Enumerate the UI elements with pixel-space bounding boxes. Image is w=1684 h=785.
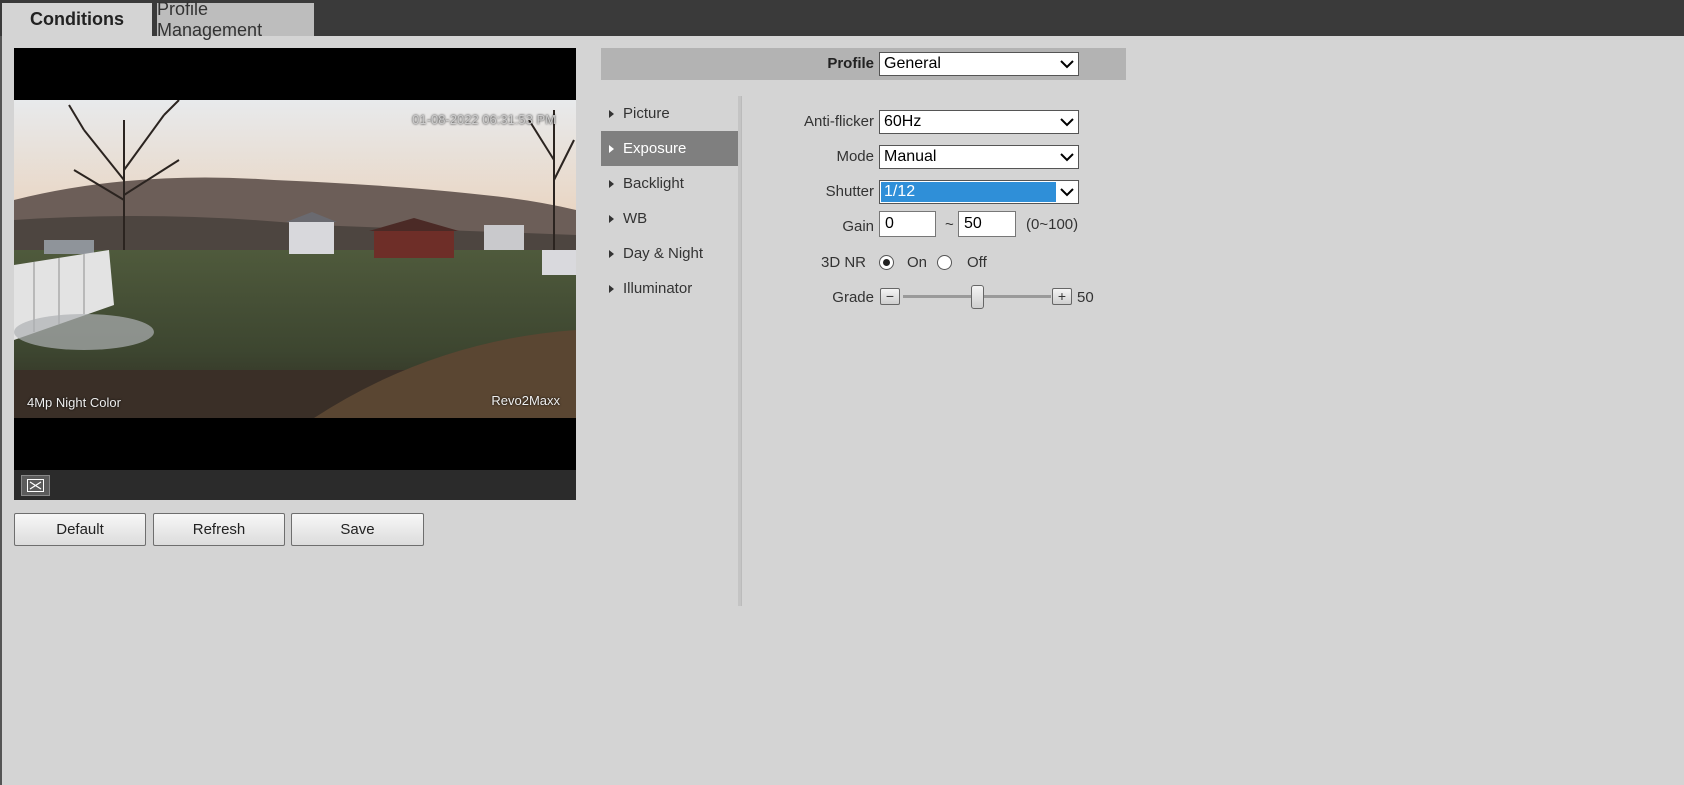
shutter-select[interactable]: 1/12: [879, 180, 1079, 204]
nav-divider: [738, 96, 742, 606]
nav-item-illuminator[interactable]: Illuminator: [601, 271, 739, 306]
mode-select[interactable]: Manual: [879, 145, 1079, 169]
video-toolbar: [14, 470, 576, 500]
anti-flicker-value: 60Hz: [884, 113, 922, 130]
anti-flicker-select[interactable]: 60Hz: [879, 110, 1079, 134]
grade-decrease-button[interactable]: −: [880, 288, 900, 305]
chevron-down-icon: [1056, 181, 1078, 203]
shutter-value: 1/12: [881, 182, 1056, 202]
fullscreen-icon: [27, 479, 44, 492]
video-osd-right: Revo2Maxx: [491, 393, 560, 408]
caret-right-icon: [609, 144, 614, 153]
3d-nr-on-label: On: [907, 254, 928, 271]
3d-nr-on-radio[interactable]: [879, 255, 894, 270]
nav-item-label: Exposure: [623, 140, 687, 157]
chevron-down-icon: [1056, 111, 1078, 133]
nav-item-wb[interactable]: WB: [601, 201, 739, 236]
grade-value: 50: [1077, 289, 1094, 306]
3d-nr-off-radio[interactable]: [937, 255, 952, 270]
default-button[interactable]: Default: [14, 513, 146, 546]
nav-item-label: Backlight: [623, 175, 684, 192]
gain-separator: ~: [945, 216, 954, 233]
tab-profile-management[interactable]: Profile Management: [157, 0, 314, 40]
3d-nr-off-label: Off: [967, 254, 987, 271]
save-button[interactable]: Save: [291, 513, 424, 546]
caret-right-icon: [609, 284, 614, 293]
mode-label: Mode: [836, 148, 874, 165]
camera-image: 01-08-2022 06:31:53 PM 4Mp Night Color R…: [14, 100, 576, 418]
caret-right-icon: [609, 179, 614, 188]
nav-item-backlight[interactable]: Backlight: [601, 166, 739, 201]
anti-flicker-label: Anti-flicker: [803, 113, 874, 130]
profile-select-value: General: [884, 55, 941, 72]
caret-right-icon: [609, 249, 614, 258]
profile-row: Profile General: [601, 48, 1126, 80]
grade-slider-thumb[interactable]: [970, 285, 984, 309]
chevron-down-icon: [1056, 53, 1078, 75]
caret-right-icon: [609, 214, 614, 223]
3d-nr-label: 3D NR: [820, 254, 866, 271]
nav-item-label: WB: [623, 210, 648, 227]
nav-item-picture[interactable]: Picture: [601, 96, 739, 131]
nav-item-label: Day & Night: [623, 245, 704, 262]
refresh-button[interactable]: Refresh: [153, 513, 285, 546]
top-tab-bar: Conditions Profile Management: [0, 0, 1684, 40]
grade-label: Grade: [832, 289, 874, 306]
settings-nav: Picture Exposure Backlight WB Day & Nigh…: [601, 96, 739, 306]
mode-value: Manual: [884, 148, 937, 165]
nav-item-exposure[interactable]: Exposure: [601, 131, 739, 166]
profile-label: Profile: [827, 55, 874, 72]
camera-scene: [14, 100, 576, 418]
nav-item-day-night[interactable]: Day & Night: [601, 236, 739, 271]
fullscreen-button[interactable]: [21, 475, 50, 496]
tab-conditions[interactable]: Conditions: [2, 3, 152, 36]
video-timestamp: 01-08-2022 06:31:53 PM: [412, 112, 556, 127]
video-preview: 01-08-2022 06:31:53 PM 4Mp Night Color R…: [14, 48, 576, 500]
chevron-down-icon: [1056, 146, 1078, 168]
video-osd-left: 4Mp Night Color: [27, 395, 121, 410]
nav-item-label: Illuminator: [623, 280, 693, 297]
gain-range-hint: (0~100): [1026, 216, 1079, 233]
shutter-label: Shutter: [825, 183, 874, 200]
caret-right-icon: [609, 109, 614, 118]
gain-label: Gain: [842, 218, 874, 235]
grade-increase-button[interactable]: +: [1052, 288, 1072, 305]
left-border: [0, 36, 2, 785]
profile-select[interactable]: General: [879, 52, 1079, 76]
gain-min-input[interactable]: 0: [879, 211, 936, 237]
gain-max-input[interactable]: 50: [958, 211, 1016, 237]
nav-item-label: Picture: [623, 105, 670, 122]
